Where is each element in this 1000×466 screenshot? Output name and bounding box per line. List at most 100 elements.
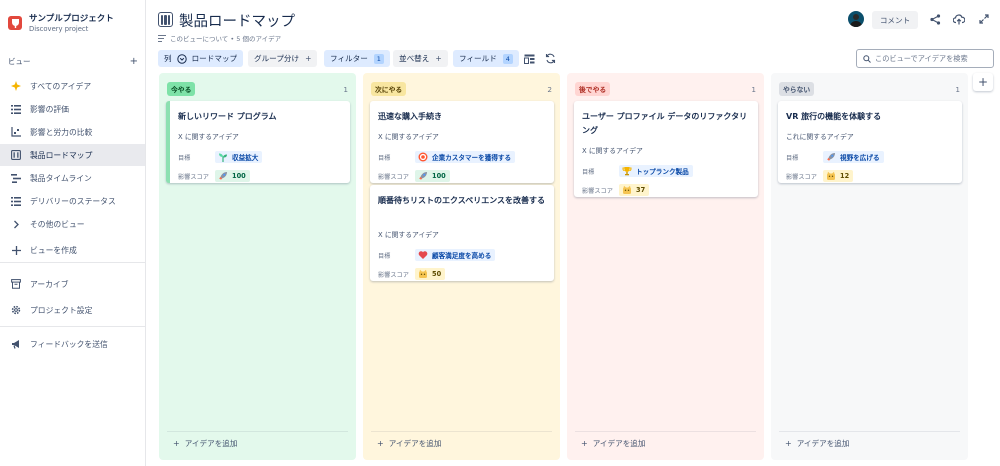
board-column: 今やる 1 新しいリワード プログラム X に関するアイデア 目標 収益拡大 影響スコア 10…	[159, 73, 356, 460]
search-field[interactable]	[856, 49, 994, 68]
cloud-upload-icon[interactable]	[952, 11, 966, 27]
add-view-button[interactable]: +	[130, 56, 138, 67]
group-by-label: グループ分け	[254, 54, 300, 63]
scatter-icon	[10, 126, 22, 138]
board-column: やらない 1 VR 旅行の機能を体験する これに関するアイデア 目標 視野を広げる 影響スコ…	[771, 73, 968, 460]
idea-description: X に関するアイデア	[178, 133, 239, 141]
fields-button[interactable]: フィールド 4	[453, 50, 519, 67]
view-description[interactable]: このビューについて • 5 個のアイデア	[158, 33, 281, 43]
add-idea-button[interactable]: + アイデアを追加	[173, 438, 237, 449]
layout-options-button[interactable]	[520, 50, 539, 67]
cat-icon	[825, 171, 836, 182]
filter-button[interactable]: フィルター 1	[324, 50, 390, 67]
project-name: サンプルプロジェクト	[29, 14, 114, 24]
auto-refresh-button[interactable]	[541, 50, 560, 67]
comment-button[interactable]: コメント	[872, 11, 918, 29]
share-icon[interactable]	[928, 11, 942, 27]
add-idea-button[interactable]: + アイデアを追加	[785, 438, 849, 449]
column-tag[interactable]: 後でやる	[575, 82, 611, 96]
goal-label: 目標	[582, 169, 595, 176]
goal-label: 目標	[378, 155, 391, 162]
search-input[interactable]	[875, 54, 985, 63]
board-icon	[158, 12, 173, 27]
view-description-text: このビューについて • 5 個のアイデア	[170, 35, 282, 43]
idea-title: 迅速な購入手続き	[378, 112, 442, 121]
sidebar-item[interactable]: 製品ロードマップ	[0, 144, 145, 166]
sidebar-item-label: すべてのアイデア	[30, 81, 92, 91]
column-value: ロードマップ	[191, 54, 238, 63]
column-tag[interactable]: やらない	[779, 82, 815, 96]
sidebar-divider	[0, 326, 145, 327]
avatar[interactable]	[848, 11, 864, 27]
cat-icon	[621, 185, 632, 196]
sidebar-item-label: アーカイブ	[30, 279, 69, 289]
column-count: 1	[751, 84, 756, 94]
goal-text: 視野を広げる	[840, 154, 880, 162]
sidebar-item-label: 影響の評価	[30, 104, 69, 114]
idea-card[interactable]: VR 旅行の機能を体験する これに関するアイデア 目標 視野を広げる 影響スコア 12	[778, 101, 962, 183]
idea-title: 新しいリワード プログラム	[178, 112, 277, 121]
sidebar-item[interactable]: 影響の評価	[0, 98, 145, 120]
sidebar-item-label: フィードバックを送信	[30, 339, 108, 349]
goal-value: 企業カスタマーを獲得する	[415, 151, 516, 163]
impact-score-label: 影響スコア	[582, 188, 613, 195]
column-divider	[575, 431, 756, 432]
column-tag[interactable]: 次にやる	[371, 82, 407, 96]
heart-icon	[417, 250, 428, 261]
idea-card[interactable]: 迅速な購入手続き X に関するアイデア 目標 企業カスタマーを獲得する 影響スコア 100	[370, 101, 554, 183]
sidebar-item[interactable]: 影響と労力の比較	[0, 121, 145, 143]
idea-title: VR 旅行の機能を体験する	[786, 112, 882, 121]
group-by-button[interactable]: グループ分け +	[248, 50, 318, 67]
sidebar-item[interactable]: ビューを作成	[0, 239, 145, 261]
filter-count-badge: 1	[373, 53, 384, 64]
column-header: 後でやる 1	[575, 82, 756, 96]
impact-score-label: 影響スコア	[178, 174, 209, 181]
sidebar-item[interactable]: その他のビュー	[0, 213, 145, 235]
idea-card[interactable]: 新しいリワード プログラム X に関するアイデア 目標 収益拡大 影響スコア 100	[166, 101, 350, 183]
goal-label: 目標	[178, 155, 191, 162]
column-selector-button[interactable]: 列 ロードマップ	[158, 50, 244, 67]
sidebar-item[interactable]: フィードバックを送信	[0, 333, 145, 355]
sort-button[interactable]: 並べ替え +	[393, 50, 448, 67]
sidebar-item[interactable]: デリバリーのステータス	[0, 190, 145, 212]
chevron-down-circle-icon	[176, 53, 187, 64]
column-count: 1	[955, 84, 960, 94]
board-column: 後でやる 1 ユーザー プロファイル データのリファクタリング X に関するアイデア目…	[567, 73, 764, 460]
sidebar-item-label: その他のビュー	[30, 219, 85, 229]
idea-description: これに関するアイデア	[786, 133, 854, 141]
goal-label: 目標	[378, 253, 391, 260]
idea-description: X に関するアイデア	[378, 133, 439, 141]
add-column-button[interactable]: +	[973, 73, 993, 91]
project-header[interactable]: サンプルプロジェクト Discovery project	[8, 12, 114, 33]
add-idea-button[interactable]: + アイデアを追加	[377, 438, 441, 449]
impact-score-text: 12	[840, 172, 850, 180]
sidebar-item[interactable]: プロジェクト設定	[0, 299, 145, 321]
add-idea-label: アイデアを追加	[388, 439, 442, 448]
sidebar-divider	[0, 262, 145, 263]
list-icon	[10, 195, 22, 207]
impact-score-value: 37	[619, 184, 650, 196]
plus-icon: +	[435, 54, 442, 63]
impact-score-value: 100	[415, 170, 450, 182]
sidebar-item-label: 影響と労力の比較	[30, 127, 93, 137]
plus-icon: +	[305, 54, 312, 63]
sidebar-item[interactable]: アーカイブ	[0, 273, 145, 295]
column-tag[interactable]: 今やる	[167, 82, 196, 96]
goal-text: 企業カスタマーを獲得する	[432, 154, 512, 162]
sidebar-item-label: 製品ロードマップ	[30, 150, 93, 160]
add-idea-label: アイデアを追加	[592, 439, 646, 448]
idea-card[interactable]: 順番待ちリストのエクスペリエンスを改善する X に関するアイデア 目標 顧客満足度を高…	[370, 185, 554, 281]
views-section-header: ビュー +	[8, 56, 138, 67]
idea-description: X に関するアイデア	[378, 231, 439, 239]
add-idea-button[interactable]: + アイデアを追加	[581, 438, 645, 449]
goal-label: 目標	[786, 155, 799, 162]
sidebar-item[interactable]: 製品タイムライン	[0, 167, 145, 189]
cat-icon	[417, 269, 428, 280]
sort-label: 並べ替え	[399, 54, 430, 63]
expand-icon[interactable]	[977, 11, 991, 27]
column-count: 2	[547, 84, 552, 94]
idea-card[interactable]: ユーザー プロファイル データのリファクタリング X に関するアイデア 目標 トップラ…	[574, 101, 758, 197]
sidebar-item[interactable]: すべてのアイデア	[0, 75, 145, 97]
rocket-icon	[825, 152, 836, 163]
sidebar-item-label: デリバリーのステータス	[30, 196, 116, 206]
